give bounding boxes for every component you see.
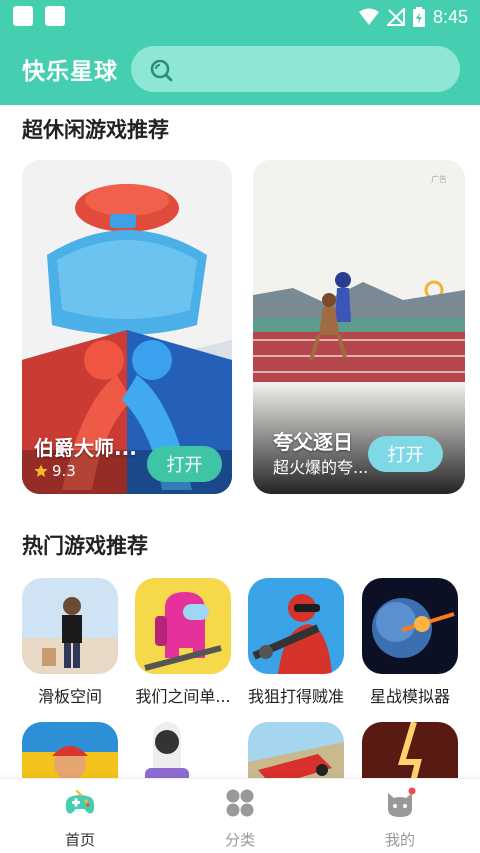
wifi-icon — [358, 8, 379, 25]
profile-icon — [388, 787, 416, 817]
skateboard-game-icon — [22, 578, 118, 674]
clock: 8:45 — [432, 6, 468, 27]
space-sim-game-icon — [362, 578, 458, 674]
sniper-game-icon — [248, 578, 344, 674]
nav-label: 首页 — [64, 831, 95, 849]
nav-label: 分类 — [224, 831, 255, 849]
battery-icon — [412, 7, 425, 27]
star-icon — [34, 464, 48, 477]
casual-section-title: 超休闲游戏推荐 — [22, 118, 169, 142]
search-bar[interactable] — [131, 46, 460, 92]
featured-card-title: 夸父逐日 — [273, 430, 353, 454]
game-name: 星战模拟器 — [369, 687, 450, 706]
game-item[interactable]: 滑板空间 — [22, 578, 118, 707]
rating-value: 9.3 — [52, 462, 76, 480]
game-name: 滑板空间 — [37, 687, 102, 706]
no-signal-icon — [386, 8, 405, 26]
nav-category[interactable]: 分类 — [200, 787, 280, 850]
app-header: 8:45 快乐星球 — [0, 0, 480, 105]
among-us-game-icon — [135, 578, 231, 674]
bottom-nav: 首页 分类 我的 — [0, 778, 480, 853]
gamepad-icon — [65, 789, 95, 814]
hot-section-title: 热门游戏推荐 — [22, 534, 148, 558]
featured-card-title: 伯爵大师... — [34, 436, 137, 460]
game-item[interactable]: 我狙打得贼准 — [248, 578, 344, 707]
game-name: 我狙打得贼准 — [247, 687, 344, 706]
status-bar: 8:45 — [0, 0, 480, 34]
app-title: 快乐星球 — [22, 59, 118, 85]
notification-icon — [13, 6, 33, 26]
game-item[interactable]: 星战模拟器 — [362, 578, 458, 707]
featured-card-counts-master[interactable]: 伯爵大师... 9.3 打开 — [22, 160, 232, 494]
notification-icon — [45, 6, 65, 26]
nav-home[interactable]: 首页 — [40, 787, 120, 850]
featured-card-kuafu[interactable]: 广告 夸父逐日 超火爆的夸... 打开 — [253, 160, 465, 494]
category-icon — [226, 789, 254, 817]
search-icon — [150, 59, 173, 82]
rating: 9.3 — [34, 462, 76, 480]
notification-dot — [408, 787, 416, 795]
featured-card-subtitle: 超火爆的夸... — [273, 458, 369, 477]
open-button[interactable]: 打开 — [147, 446, 222, 482]
nav-label: 我的 — [384, 831, 415, 849]
ad-label: 广告 — [431, 174, 447, 184]
game-item[interactable]: 我们之间单... — [135, 578, 231, 707]
open-button[interactable]: 打开 — [368, 436, 443, 472]
game-name: 我们之间单... — [135, 687, 231, 706]
nav-profile[interactable]: 我的 — [360, 787, 440, 850]
